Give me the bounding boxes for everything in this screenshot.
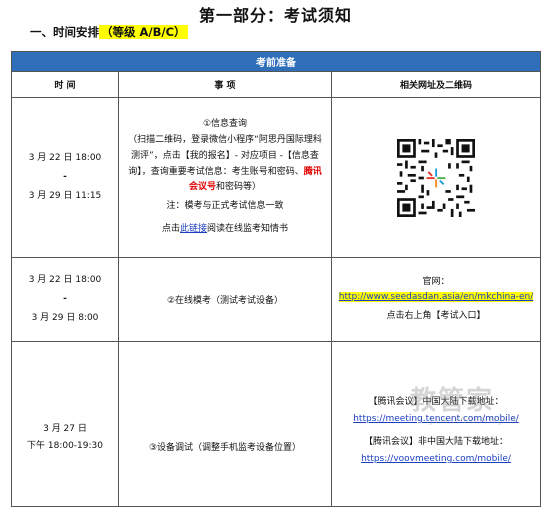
row1-time-dash: - [63, 172, 67, 183]
row1-qr-cell [330, 97, 542, 258]
row1-click-line: 点击此链接阅读在线监考知情书 [125, 222, 325, 238]
row1-time-start: 3 月 22 日 18:00 [28, 153, 102, 164]
row3-time: 下午 18:00-19:30 [27, 441, 103, 451]
consent-link[interactable]: 此链接 [180, 224, 207, 234]
mock-exam-url-link[interactable]: http://www.seedasdan.asia/en/mkchina-en/ [338, 292, 534, 303]
page-title: 第一部分：考试须知 [198, 6, 352, 25]
row3-time-cell: 3 月 27 日 下午 18:00-19:30 [11, 341, 119, 507]
row2-time-end: 3 月 29 日 8:00 [31, 312, 99, 323]
table-row: 3 月 27 日 下午 18:00-19:30 ③设备调试（调整手机监考设备位置… [11, 341, 542, 507]
row3-label-cn: 【腾讯会议】中国大陆下载地址： [368, 396, 504, 407]
row2-time-dash: - [63, 294, 67, 305]
header-links: 相关网址及二维码 [330, 71, 542, 98]
row1-item-cell: ①信息查询 （扫描二维码，登录微信小程序“阿思丹国际理科测评”，点击【我的报名】… [118, 97, 332, 258]
row2-time-start: 3 月 22 日 18:00 [28, 275, 102, 286]
row3-link-cell: 【腾讯会议】中国大陆下载地址： https://meeting.tencent.… [330, 341, 542, 507]
qr-code-icon[interactable] [397, 138, 476, 217]
voov-meeting-link[interactable]: https://voovmeeting.com/mobile/ [361, 454, 511, 464]
row3-label-intl: 【腾讯会议】非中国大陆下载地址： [364, 437, 509, 447]
row2-site-note: 点击右上角【考试入口】 [386, 310, 486, 321]
section-prefix: 一、时间安排 [30, 25, 99, 39]
row1-time-end: 3 月 29 日 11:15 [28, 190, 102, 201]
row2-site-label: 官网： [422, 277, 450, 288]
row1-note: 注：模考与正式考试信息一致 [166, 201, 284, 212]
header-item: 事 项 [118, 71, 332, 98]
table-header-row: 时 间 事 项 相关网址及二维码 [11, 71, 542, 98]
row3-item: ③设备调试（调整手机监考设备位置） [148, 442, 302, 453]
schedule-table: 考前准备 时 间 事 项 相关网址及二维码 3 月 22 日 18:00 - 3… [10, 51, 542, 507]
section-title: 一、时间安排 （等级 A/B/C） [30, 24, 188, 40]
table-banner: 考前准备 [10, 51, 542, 72]
row1-item-text1: （扫描二维码，登录微信小程序“阿思丹国际理科测评”，点击【我的报名】- 对应项目… [128, 135, 322, 177]
row1-item-text2: 和密码等） [216, 182, 262, 193]
row1-item-title: ①信息查询 [202, 119, 248, 130]
header-time: 时 间 [11, 71, 119, 98]
row3-date: 3 月 27 日 [43, 423, 87, 434]
row1-click-prefix: 点击 [161, 223, 180, 234]
table-row: 3 月 22 日 18:00 - 3 月 29 日 8:00 ②在线模考（测试考… [11, 257, 542, 342]
row2-link-cell: 官网： http://www.seedasdan.asia/en/mkchina… [330, 257, 542, 342]
row3-item-cell: ③设备调试（调整手机监考设备位置） [118, 341, 332, 507]
row2-time-cell: 3 月 22 日 18:00 - 3 月 29 日 8:00 [11, 257, 119, 342]
row1-time-cell: 3 月 22 日 18:00 - 3 月 29 日 11:15 [11, 97, 119, 258]
row2-item-cell: ②在线模考（测试考试设备） [118, 257, 332, 342]
tencent-meeting-cn-link[interactable]: https://meeting.tencent.com/mobile/ [353, 414, 519, 424]
level-highlight: （等级 A/B/C） [99, 25, 188, 39]
row1-click-suffix: 阅读在线监考知情书 [207, 223, 289, 234]
table-row: 3 月 22 日 18:00 - 3 月 29 日 11:15 ①信息查询 （扫… [11, 97, 542, 258]
table-banner-row: 考前准备 [10, 51, 542, 72]
row1-item-desc: （扫描二维码，登录微信小程序“阿思丹国际理科测评”，点击【我的报名】- 对应项目… [125, 133, 325, 196]
